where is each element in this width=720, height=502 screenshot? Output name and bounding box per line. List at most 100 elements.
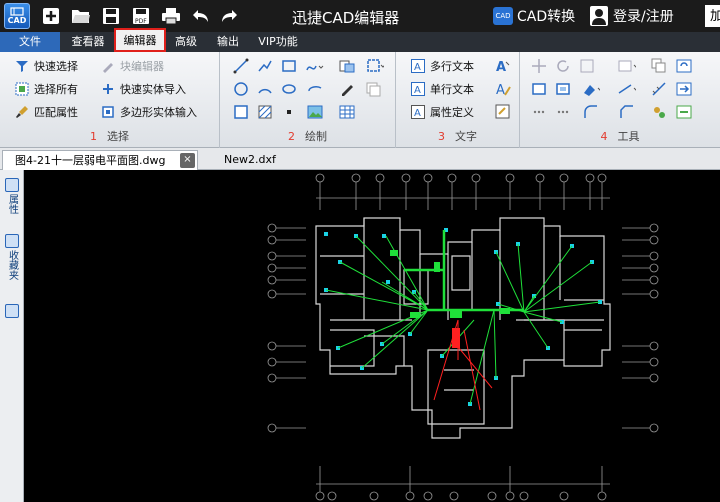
- move-icon[interactable]: [530, 57, 548, 75]
- attribute-definition-icon: A: [410, 104, 426, 120]
- grid-axis-right: [622, 223, 659, 433]
- rotate-icon[interactable]: [554, 57, 572, 75]
- svg-text:PDF: PDF: [135, 18, 147, 25]
- region-icon[interactable]: [366, 57, 384, 75]
- menu-output[interactable]: 输出: [212, 32, 244, 52]
- text-style-icon[interactable]: A: [494, 57, 512, 75]
- more-button[interactable]: 加: [705, 5, 720, 27]
- title-bar: CAD PDF 迅捷CAD编辑器 CAD CAD转换 登录/注册 加: [0, 0, 720, 32]
- single-line-text-button[interactable]: A 单行文本: [410, 79, 474, 99]
- menu-viewer[interactable]: 查看器: [66, 32, 110, 52]
- measure-icon[interactable]: [650, 80, 668, 98]
- join-icon[interactable]: [676, 103, 694, 121]
- quick-select-button[interactable]: 快速选择: [14, 56, 78, 76]
- linetype-dropdown-icon[interactable]: [618, 80, 636, 98]
- grid-axis-top: [315, 173, 610, 210]
- new-file-icon[interactable]: [40, 5, 62, 27]
- copy-icon[interactable]: [650, 57, 668, 75]
- ellipse-arc-icon[interactable]: [306, 80, 324, 98]
- chamfer-icon[interactable]: [618, 103, 636, 121]
- block-editor-icon: [100, 58, 116, 74]
- polygon-icon: [100, 104, 116, 120]
- menu-vip[interactable]: VIP功能: [254, 32, 302, 52]
- refresh-icon[interactable]: [676, 57, 694, 75]
- close-tab-icon[interactable]: ×: [180, 153, 195, 168]
- arc-icon[interactable]: [256, 80, 274, 98]
- select-all-button[interactable]: 选择所有: [14, 79, 78, 99]
- green-panels: [390, 250, 510, 318]
- table-icon[interactable]: [338, 103, 356, 121]
- wipeout-icon[interactable]: [232, 103, 250, 121]
- save-as-icon[interactable]: PDF: [130, 5, 152, 27]
- line-icon[interactable]: [232, 57, 250, 75]
- attribute-definition-button[interactable]: A 属性定义: [410, 102, 474, 122]
- export-icon[interactable]: [676, 80, 694, 98]
- text-find-icon[interactable]: [494, 103, 512, 121]
- tab-document-2[interactable]: New2.dxf: [212, 150, 302, 170]
- image-icon[interactable]: [306, 103, 324, 121]
- document-tab-bar: 图4-21十一层弱电平面图.dwg × New2.dxf: [0, 148, 720, 170]
- polygon-entity-input-button[interactable]: 多边形实体输入: [100, 102, 197, 122]
- redo-icon[interactable]: [218, 5, 240, 27]
- rectangle-icon[interactable]: [280, 57, 298, 75]
- tab-document-1[interactable]: 图4-21十一层弱电平面图.dwg ×: [2, 150, 198, 170]
- polyline-icon[interactable]: [256, 57, 274, 75]
- app-logo[interactable]: CAD: [4, 3, 30, 29]
- menu-file[interactable]: 文件: [0, 32, 60, 52]
- undo-icon[interactable]: [190, 5, 212, 27]
- group-label-tools: 4 工具: [600, 130, 640, 143]
- side-tab-properties[interactable]: 属性: [3, 178, 21, 214]
- open-folder-icon[interactable]: [70, 5, 92, 27]
- dot-grid-icon[interactable]: [530, 103, 548, 121]
- drawing-canvas[interactable]: [24, 170, 720, 502]
- pen-icon[interactable]: [338, 80, 356, 98]
- svg-text:A: A: [496, 83, 505, 97]
- ribbon-group-tools: 4 工具: [520, 52, 720, 148]
- copy-disabled-icon[interactable]: [366, 80, 384, 98]
- scale-icon[interactable]: [578, 57, 596, 75]
- save-icon[interactable]: [100, 5, 122, 27]
- brush-icon: [14, 104, 30, 120]
- grid-axis-bottom: [315, 466, 610, 501]
- login-button[interactable]: 登录/注册: [590, 5, 674, 27]
- hatch-icon[interactable]: [256, 103, 274, 121]
- match-properties-button[interactable]: 匹配属性: [14, 102, 78, 122]
- fillet-icon[interactable]: [582, 103, 600, 121]
- cad-editor-window: CAD PDF 迅捷CAD编辑器 CAD CAD转换 登录/注册 加 文件 查看…: [0, 0, 720, 502]
- dot-grid-2-icon[interactable]: [554, 103, 572, 121]
- window-title: 迅捷CAD编辑器: [292, 9, 400, 27]
- menu-advanced[interactable]: 高级: [170, 32, 202, 52]
- block-icon[interactable]: [530, 80, 548, 98]
- menu-bar: 文件 查看器 编辑器 高级 输出 VIP功能: [0, 28, 720, 52]
- menu-editor[interactable]: 编辑器: [114, 28, 166, 52]
- select-all-icon: [14, 81, 30, 97]
- point-icon[interactable]: [280, 103, 298, 121]
- spline-icon[interactable]: [306, 57, 324, 75]
- svg-text:A: A: [414, 108, 421, 119]
- side-tab-search[interactable]: [3, 304, 21, 318]
- funnel-icon: [14, 58, 30, 74]
- plus-icon: [100, 81, 116, 97]
- svg-text:A: A: [414, 62, 421, 73]
- explode-icon[interactable]: [650, 103, 668, 121]
- block-editor-button[interactable]: 块编辑器: [100, 56, 164, 76]
- cad-convert-button[interactable]: CAD CAD转换: [493, 5, 575, 27]
- circle-icon[interactable]: [232, 80, 250, 98]
- building-walls: [315, 217, 611, 439]
- text-edit-icon[interactable]: A: [494, 80, 512, 98]
- color-dropdown-icon[interactable]: [582, 80, 600, 98]
- ellipse-icon[interactable]: [280, 80, 298, 98]
- insert-block-icon[interactable]: [338, 57, 356, 75]
- multiline-text-button[interactable]: A 多行文本: [410, 56, 474, 76]
- print-icon[interactable]: [160, 5, 182, 27]
- properties-icon: [5, 178, 19, 192]
- red-panel: [452, 328, 460, 348]
- cad-convert-icon: CAD: [493, 7, 513, 25]
- search-icon: [5, 304, 19, 318]
- side-tab-favorites[interactable]: 收藏夹: [3, 234, 21, 280]
- group-label-select: 1 选择: [90, 130, 129, 143]
- layer-dropdown-icon[interactable]: [618, 57, 636, 75]
- quick-entity-import-button[interactable]: 快速实体导入: [100, 79, 186, 99]
- block-insert-icon[interactable]: [554, 80, 572, 98]
- red-wiring: [433, 319, 493, 411]
